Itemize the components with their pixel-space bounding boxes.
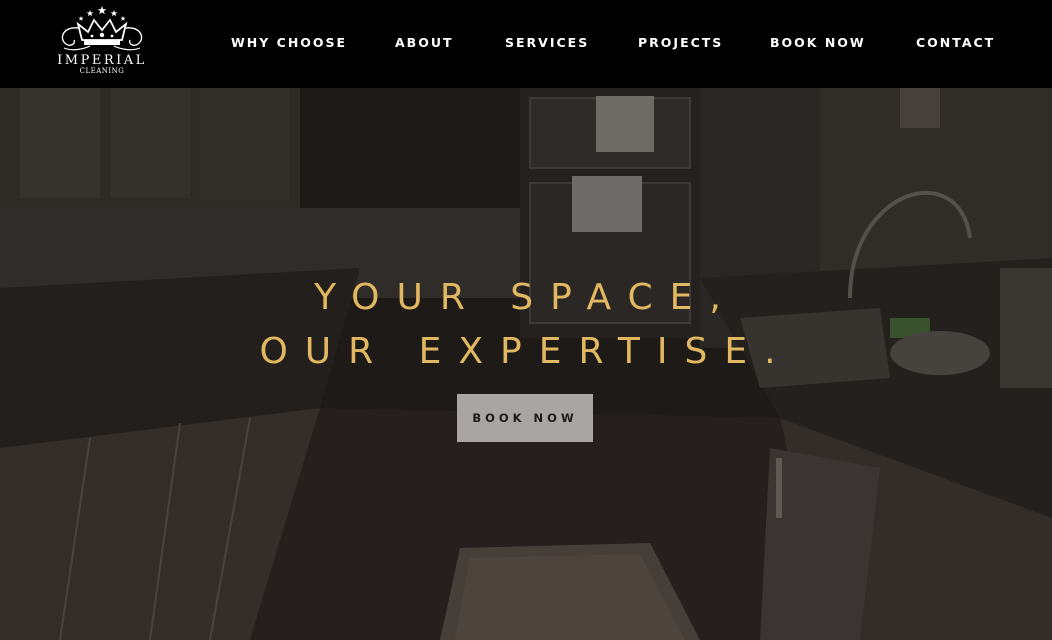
brand-name: IMPERIAL: [57, 53, 147, 68]
hero-headline-line1: YOUR SPACE,: [314, 277, 738, 318]
nav-projects[interactable]: PROJECTS: [638, 35, 723, 51]
nav-services[interactable]: SERVICES: [505, 35, 589, 51]
nav-book-now[interactable]: BOOK NOW: [770, 35, 866, 51]
nav-why-choose[interactable]: WHY CHOOSE: [231, 35, 347, 51]
nav-about[interactable]: ABOUT: [395, 35, 454, 51]
brand-tagline: CLEANING: [79, 67, 125, 75]
hero-section: YOUR SPACE, OUR EXPERTISE. BOOK NOW: [0, 88, 1052, 640]
hero-headline-line2: OUR EXPERTISE.: [259, 331, 793, 372]
main-nav: WHY CHOOSE ABOUT SERVICES PROJECTS BOOK …: [0, 35, 1052, 51]
book-now-button[interactable]: BOOK NOW: [457, 394, 593, 442]
site-header: IMPERIAL CLEANING WHY CHOOSE ABOUT SERVI…: [0, 0, 1052, 88]
nav-contact[interactable]: CONTACT: [916, 35, 995, 51]
